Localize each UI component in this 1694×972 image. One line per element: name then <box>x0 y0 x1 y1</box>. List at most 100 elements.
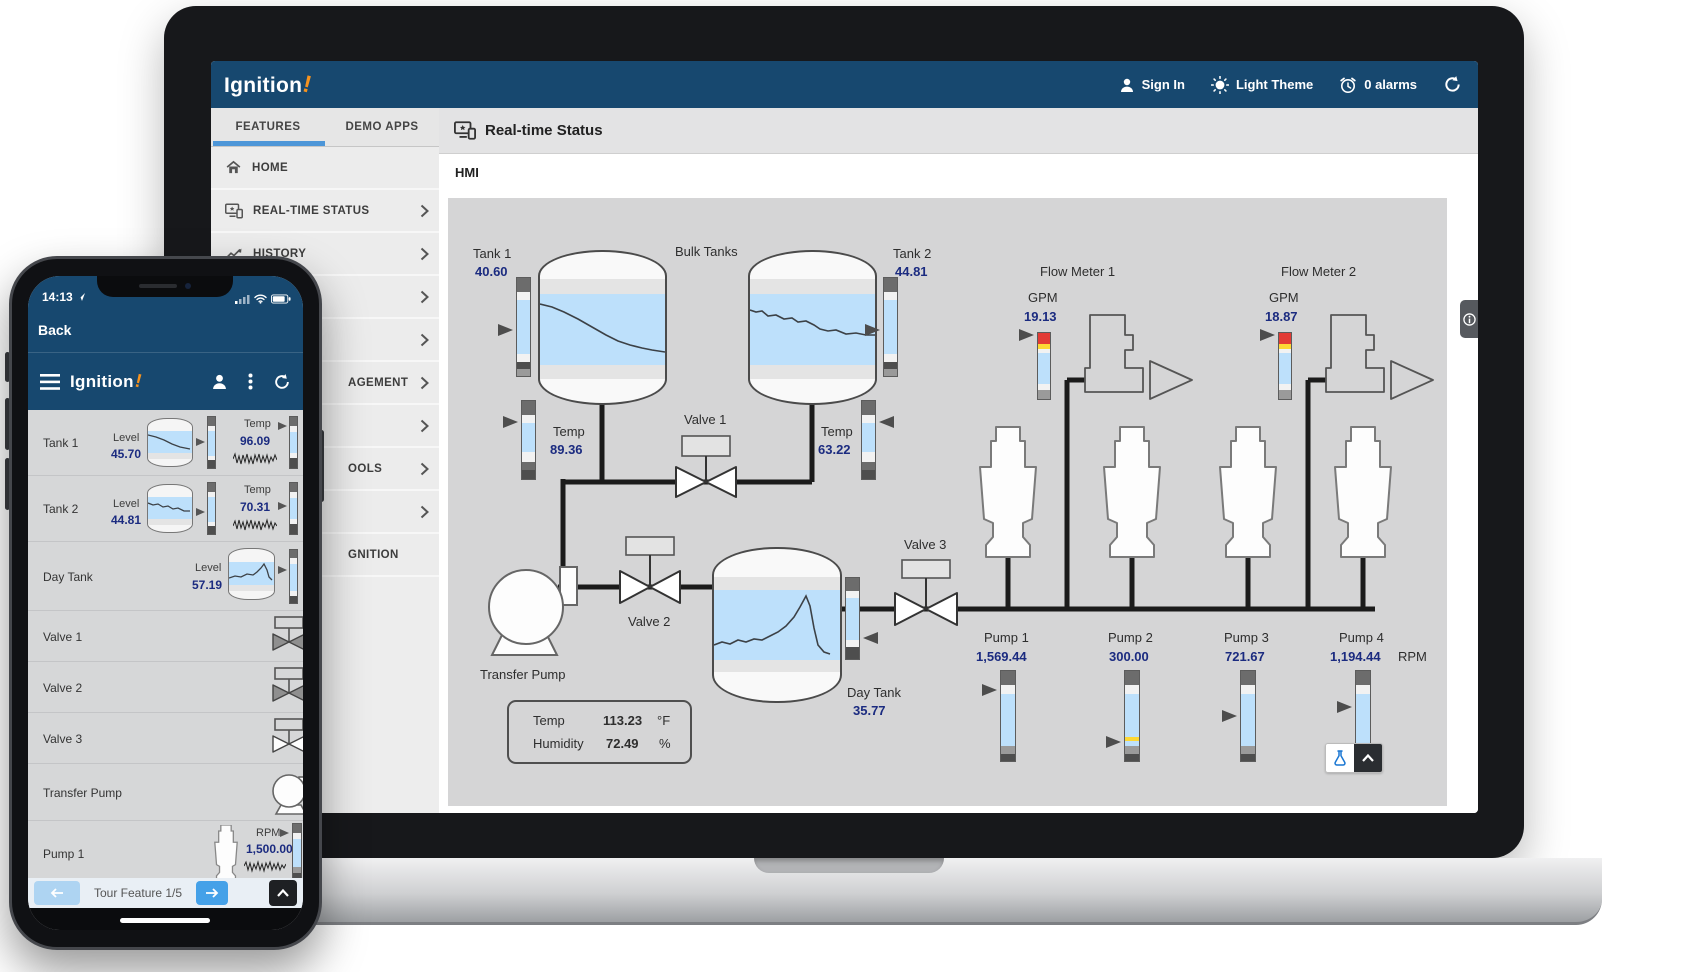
chevron-right-icon <box>420 505 429 519</box>
phone-time: 14:13 <box>42 290 73 304</box>
pump4-pointer <box>1337 701 1352 713</box>
tank1-level-gauge <box>516 277 531 377</box>
flow-meter2-gauge <box>1278 332 1292 400</box>
person-icon[interactable] <box>211 373 228 390</box>
light-theme-label: Light Theme <box>1236 77 1313 92</box>
home-indicator[interactable] <box>120 918 210 923</box>
tour-collapse-button[interactable] <box>269 880 297 906</box>
valve2-label: Valve 2 <box>628 614 670 629</box>
day-tank-gauge <box>845 577 860 660</box>
flow-meter2-title: Flow Meter 2 <box>1281 264 1356 279</box>
person-icon <box>1119 77 1135 93</box>
tank1-vessel <box>538 250 667 405</box>
tank1-thumb-trend <box>148 431 191 453</box>
day-tank-band-top <box>714 577 840 590</box>
refresh-icon <box>1443 75 1462 94</box>
pump1-thumb-pointer <box>280 829 289 837</box>
env-humidity-label: Humidity <box>533 736 584 751</box>
light-theme-toggle[interactable]: Light Theme <box>1211 76 1313 94</box>
collapse-button[interactable] <box>1354 744 1382 772</box>
tank2-vessel <box>748 250 877 405</box>
tour-prev-button[interactable] <box>34 881 80 905</box>
ignition-logo[interactable]: Ignition! <box>224 71 311 99</box>
hmi-canvas: Tank 1 40.60 Bulk Tanks Tank 2 44.81 Tem… <box>448 198 1447 806</box>
chevron-right-icon <box>420 247 429 261</box>
day-tank-label: Day Tank <box>847 685 901 700</box>
arrow-right-icon <box>205 888 219 898</box>
phone-back-button[interactable]: Back <box>38 322 71 338</box>
tank1-temp-label: Temp <box>553 424 585 439</box>
refresh-icon[interactable] <box>273 373 291 391</box>
laptop-screen: Ignition! Sign In Light Theme 0 alarms F… <box>211 61 1478 813</box>
sign-in-button[interactable]: Sign In <box>1119 77 1185 93</box>
env-humidity-value: 72.49 <box>606 736 639 751</box>
tank2-level-gauge <box>883 277 898 377</box>
phone-speaker <box>139 284 177 288</box>
alarms-button[interactable]: 0 alarms <box>1339 76 1417 94</box>
env-temp-unit: °F <box>657 713 670 728</box>
tank1-level-band <box>540 294 665 365</box>
flow-meter1-value: 19.13 <box>1024 309 1057 324</box>
pump3-motor-symbol <box>1220 427 1276 557</box>
tour-next-button[interactable] <box>196 881 228 905</box>
main-content: Real-time Status HMI <box>439 108 1478 813</box>
tank1-band-top <box>540 279 665 294</box>
transfer-pump-symbol <box>489 567 577 655</box>
sidebar-item-home[interactable]: HOME <box>211 147 439 190</box>
tank2-thumb-gauge <box>207 482 216 535</box>
list-item-day-tank: Day Tank Level 57.19 <box>28 542 303 611</box>
tank1-temp-thumb-gauge <box>289 416 298 469</box>
day-tank-thumb-pointer <box>278 566 287 574</box>
canvas-toolbox <box>1325 743 1383 773</box>
hamburger-menu-icon[interactable] <box>40 374 60 390</box>
tank2-label: Tank 2 <box>893 246 931 261</box>
tank2-level-band <box>750 294 875 365</box>
home-icon <box>225 159 242 176</box>
day-tank-thumb-gauge <box>289 549 298 604</box>
bulk-tanks-title: Bulk Tanks <box>675 244 738 259</box>
phone-app-bar: Ignition! <box>28 352 303 410</box>
refresh-button[interactable] <box>1443 75 1462 94</box>
flow-meter2-body <box>1326 315 1384 392</box>
alarm-clock-icon <box>1339 76 1357 94</box>
flask-button[interactable] <box>1326 744 1354 772</box>
tab-demo-apps[interactable]: DEMO APPS <box>325 108 439 146</box>
sidebar-item-real-time-status[interactable]: REAL-TIME STATUS <box>211 190 439 233</box>
tank2-temp-thumb-gauge <box>289 482 298 535</box>
cellular-signal-icon <box>235 294 250 304</box>
day-tank-value: 35.77 <box>853 703 886 718</box>
tank2-thumb-pointer <box>196 508 205 516</box>
tour-bar: Tour Feature 1/5 <box>28 878 303 908</box>
list-item-pump1: Pump 1 RPM 1,500.00 <box>28 821 303 885</box>
chevron-up-icon <box>277 889 289 897</box>
day-tank-level-pointer <box>863 632 878 644</box>
overflow-menu-icon[interactable] <box>248 373 253 390</box>
location-arrow-icon <box>76 292 86 302</box>
phone-screen: 14:13 Back Ignition! Tank 1 Level 45.70 <box>28 276 303 930</box>
phone-logo-text: Ignition <box>70 372 134 392</box>
chevron-right-icon <box>420 290 429 304</box>
battery-icon <box>271 294 291 304</box>
realtime-status-icon <box>454 121 476 140</box>
arrow-left-icon <box>50 888 64 898</box>
info-icon <box>1463 313 1476 326</box>
pump3-pointer <box>1222 710 1237 722</box>
list-item-tank1: Tank 1 Level 45.70 Temp 96.09 <box>28 410 303 476</box>
valve1-symbol <box>676 436 736 497</box>
tank1-trend <box>540 294 665 365</box>
pump1-label: Pump 1 <box>984 630 1029 645</box>
list-item-valve1: Valve 1 <box>28 611 303 662</box>
flow-meter1-unit: GPM <box>1028 290 1058 305</box>
tank1-thumb <box>147 418 193 467</box>
transfer-pump-icon <box>266 769 303 815</box>
tour-label: Tour Feature 1/5 <box>94 886 182 900</box>
tank1-temp-thumb-pointer <box>278 422 287 430</box>
info-tab[interactable] <box>1460 300 1478 338</box>
pump1-pointer <box>982 684 997 696</box>
day-tank-trend <box>714 590 840 660</box>
phone-bottom-area <box>28 908 303 930</box>
valve2-icon <box>271 667 303 707</box>
env-humidity-unit: % <box>659 736 671 751</box>
tank2-temp-gauge <box>861 400 876 480</box>
tank1-level-pointer <box>498 324 513 336</box>
